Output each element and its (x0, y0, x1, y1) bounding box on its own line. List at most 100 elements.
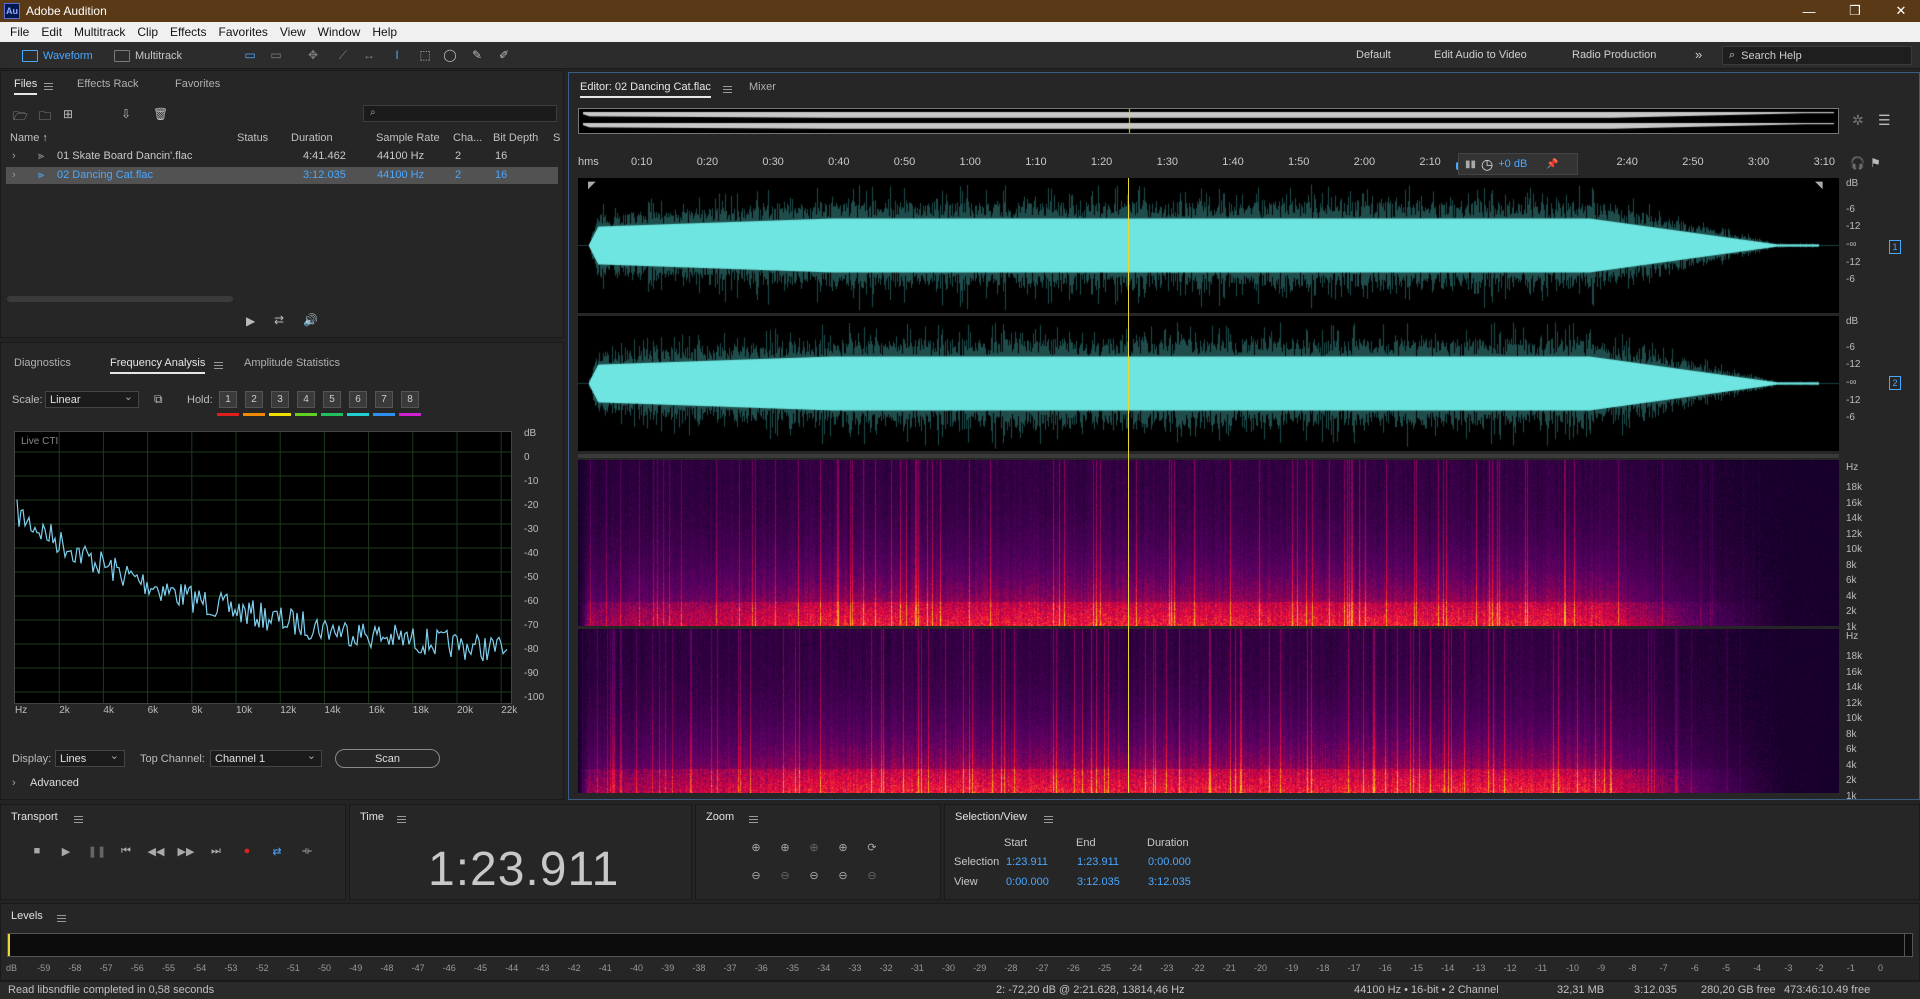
waveform-channel-1[interactable] (578, 178, 1839, 313)
gain-knob-icon[interactable]: ◷ (1481, 156, 1493, 173)
pin-icon[interactable]: 📌 (1546, 159, 1558, 170)
hold-button-2[interactable]: 2 (245, 391, 263, 408)
tab-editor[interactable]: Editor: 02 Dancing Cat.flac (580, 81, 711, 98)
brush-icon[interactable]: ✎ (470, 48, 484, 62)
open-file-icon[interactable]: 🗁 (13, 107, 28, 128)
col-s[interactable]: S (553, 132, 560, 144)
time-menu-icon[interactable] (397, 816, 406, 823)
delete-file-icon[interactable]: 🗑 (153, 107, 168, 121)
copy-icon[interactable]: ⧉ (154, 392, 163, 407)
menu-favorites[interactable]: Favorites (213, 25, 274, 39)
hold-button-3[interactable]: 3 (271, 391, 289, 408)
top-channel-select[interactable]: Channel 1 (210, 749, 322, 767)
zoom-selection-icon[interactable]: ⊖ (864, 867, 880, 883)
col-name[interactable]: Name ↑ (10, 132, 48, 144)
tab-files[interactable]: Files (14, 78, 38, 95)
rewind-icon[interactable]: ◀◀ (148, 843, 165, 859)
import-file-icon[interactable]: 🗀 (39, 107, 51, 128)
menu-help[interactable]: Help (366, 25, 403, 39)
selection-duration[interactable]: 0:00.000 (1148, 856, 1191, 868)
hold-button-6[interactable]: 6 (349, 391, 367, 408)
tab-amplitude-statistics[interactable]: Amplitude Statistics (244, 357, 340, 369)
files-menu-icon[interactable] (44, 83, 53, 90)
hold-button-8[interactable]: 8 (401, 391, 419, 408)
marker-icon[interactable]: ⚑ (1870, 156, 1881, 170)
menu-multitrack[interactable]: Multitrack (68, 25, 131, 39)
workspace-radio-production[interactable]: Radio Production (1572, 49, 1656, 61)
col-channels[interactable]: Cha... (453, 132, 482, 144)
tab-effects-rack[interactable]: Effects Rack (77, 78, 139, 90)
expand-icon[interactable]: › (12, 169, 16, 181)
selection-end[interactable]: 1:23.911 (1077, 856, 1119, 868)
menu-effects[interactable]: Effects (164, 25, 212, 39)
zoom-out-point-icon[interactable]: ⊖ (806, 867, 822, 883)
spectral-pitch-icon[interactable]: ▭ (269, 48, 283, 62)
tab-frequency-analysis[interactable]: Frequency Analysis (110, 357, 206, 374)
headphones-icon[interactable]: 🎧 (1850, 156, 1865, 170)
marquee-icon[interactable]: ⬚ (418, 48, 432, 62)
zoom-menu-icon[interactable] (749, 816, 758, 823)
close-icon[interactable]: ✕ (1878, 0, 1920, 22)
col-duration[interactable]: Duration (291, 132, 333, 144)
time-ruler[interactable]: hms 0:10 0:20 0:30 0:40 0:50 1:00 1:10 1:20 1:30 1… (578, 152, 1839, 176)
editor-settings-icon[interactable]: ☰ (1878, 112, 1891, 129)
minimize-icon[interactable]: — (1786, 0, 1832, 22)
restore-icon[interactable]: ❐ (1832, 0, 1878, 22)
waveform-channel-2[interactable] (578, 316, 1839, 451)
hold-button-7[interactable]: 7 (375, 391, 393, 408)
spectrogram-channel-1[interactable] (578, 460, 1839, 626)
insert-into-multitrack-icon[interactable]: ⇩ (121, 107, 131, 121)
menu-edit[interactable]: Edit (35, 25, 68, 39)
tab-diagnostics[interactable]: Diagnostics (14, 357, 71, 369)
zoom-out-amplitude-icon[interactable]: ⊖ (748, 867, 764, 883)
razor-tool-icon[interactable]: ⟋ (336, 48, 350, 62)
pause-icon[interactable]: ❚❚ (88, 843, 106, 859)
menu-window[interactable]: Window (312, 25, 367, 39)
transport-menu-icon[interactable] (74, 816, 83, 823)
editor-menu-icon[interactable] (723, 86, 732, 93)
hold-button-5[interactable]: 5 (323, 391, 341, 408)
scale-select[interactable]: Linear (45, 390, 139, 408)
workspace-edit-audio-to-video[interactable]: Edit Audio to Video (1434, 49, 1527, 61)
clip-indicator[interactable] (1904, 934, 1912, 956)
play-icon[interactable]: ▶ (58, 843, 74, 859)
zoom-in-time-icon[interactable]: ⊕ (777, 839, 793, 855)
stop-icon[interactable]: ■ (29, 843, 45, 859)
view-start[interactable]: 0:00.000 (1006, 876, 1049, 888)
menu-file[interactable]: File (4, 25, 35, 39)
tab-favorites[interactable]: Favorites (175, 78, 220, 90)
new-file-icon[interactable]: ⊞ (63, 107, 73, 121)
analysis-menu-icon[interactable] (214, 362, 223, 369)
overview-waveform[interactable] (578, 108, 1839, 134)
selection-view-menu-icon[interactable] (1044, 816, 1053, 823)
advanced-expand-icon[interactable]: › (12, 777, 16, 789)
channel-1-toggle[interactable]: 1 (1889, 240, 1901, 254)
hold-button-4[interactable]: 4 (297, 391, 315, 408)
advanced-label[interactable]: Advanced (30, 777, 79, 789)
loop-icon[interactable]: ⇄ (269, 843, 285, 859)
zoom-reset-icon[interactable]: ⟳ (864, 839, 880, 855)
waveform-button[interactable]: Waveform (22, 46, 93, 65)
files-search-input[interactable]: ⌕ (363, 105, 557, 122)
expand-icon[interactable]: › (12, 150, 16, 162)
loop-preview-icon[interactable]: ⇄ (274, 313, 284, 327)
hud-gain[interactable]: ▮▮ ◷ +0 dB 📌 (1458, 153, 1578, 175)
channel-2-toggle[interactable]: 2 (1889, 376, 1901, 390)
zoom-out-time-icon[interactable]: ⊖ (777, 867, 793, 883)
skip-back-icon[interactable]: ⏮ (118, 843, 134, 859)
view-end[interactable]: 3:12.035 (1077, 876, 1120, 888)
levels-menu-icon[interactable] (57, 915, 66, 922)
tab-mixer[interactable]: Mixer (749, 81, 776, 93)
zoom-out-full-icon[interactable]: ⊖ (835, 867, 851, 883)
search-help-field[interactable]: ⌕ Search Help (1722, 46, 1912, 65)
zoom-to-selection-icon[interactable]: ✲ (1852, 112, 1864, 129)
spectrogram-channel-2[interactable] (578, 629, 1839, 793)
menu-clip[interactable]: Clip (131, 25, 164, 39)
more-workspaces-icon[interactable]: » (1695, 47, 1702, 62)
workspace-default[interactable]: Default (1356, 49, 1391, 61)
col-status[interactable]: Status (237, 132, 268, 144)
fast-forward-icon[interactable]: ▶▶ (178, 843, 195, 859)
col-bit-depth[interactable]: Bit Depth (493, 132, 538, 144)
file-row[interactable]: › ⫸ 01 Skate Board Dancin'.flac 4:41.462… (6, 148, 558, 165)
view-duration[interactable]: 3:12.035 (1148, 876, 1191, 888)
